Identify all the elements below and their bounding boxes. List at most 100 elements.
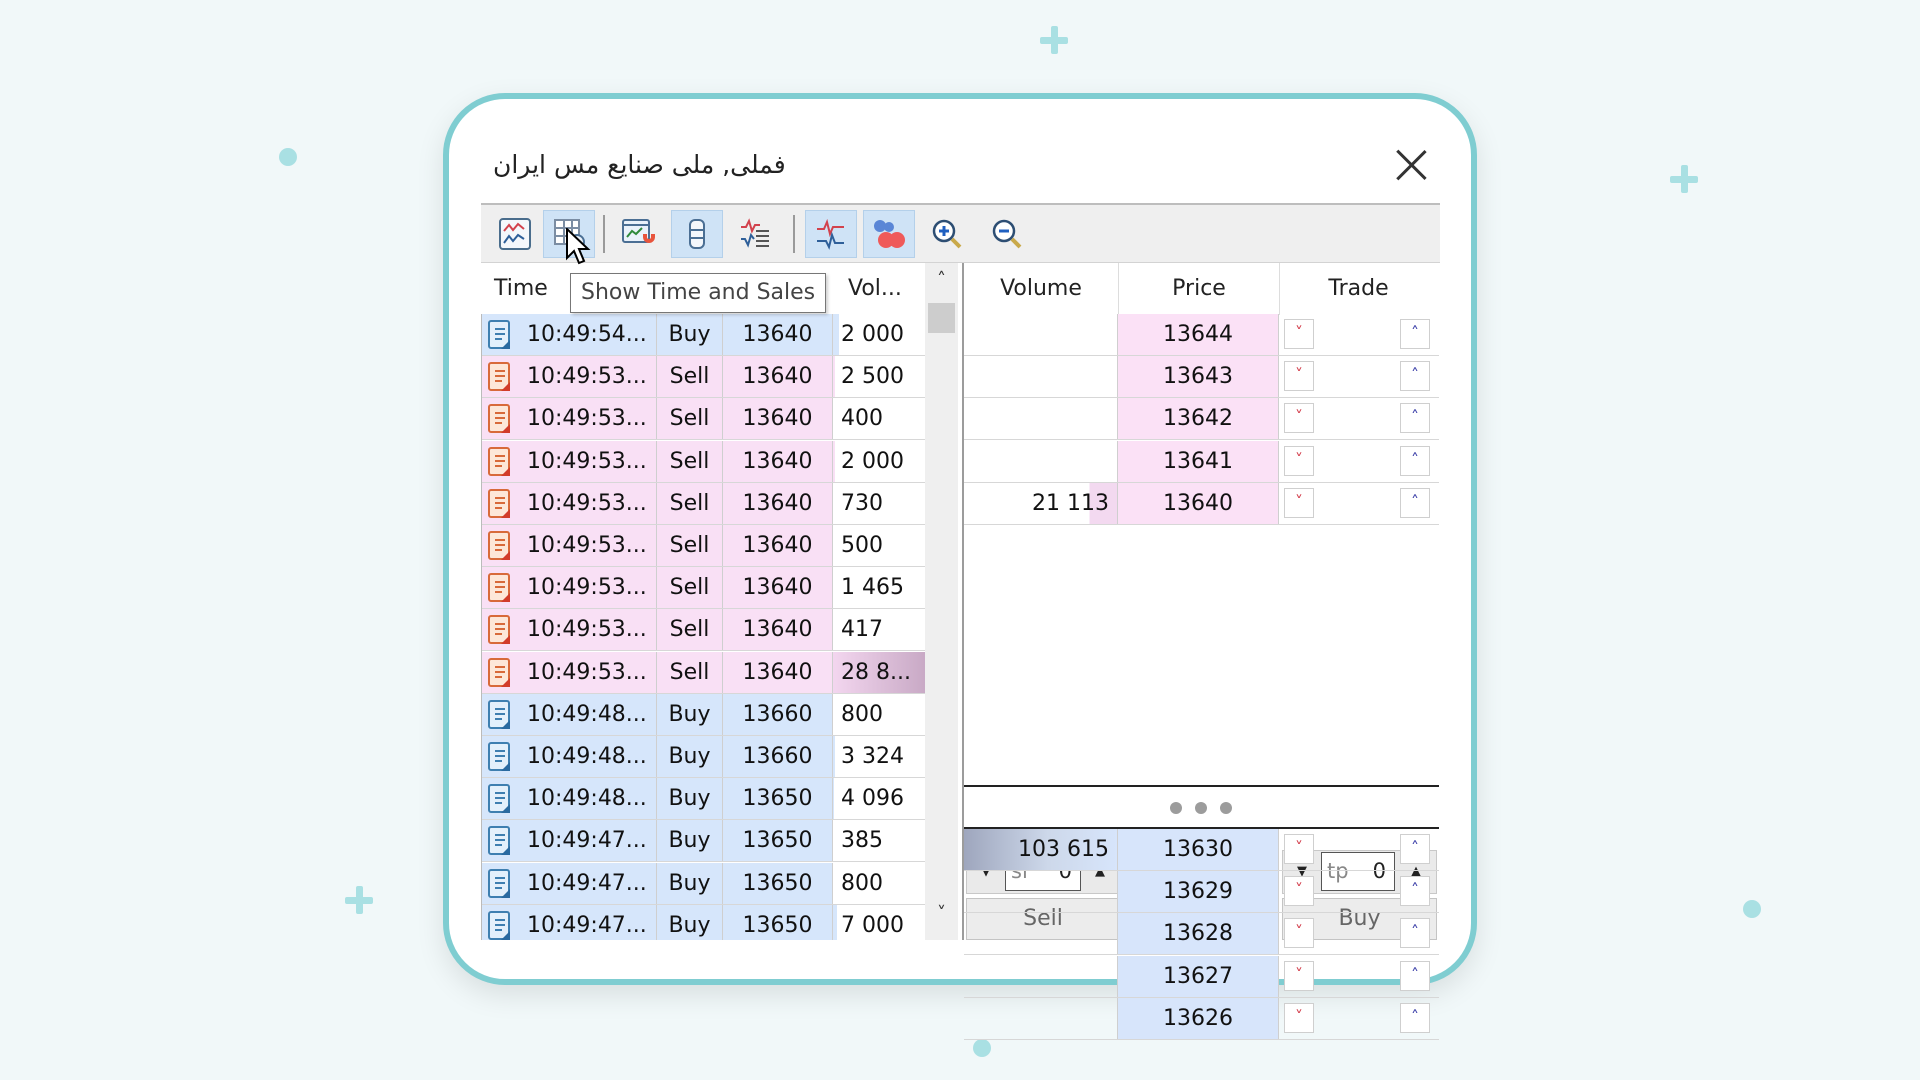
price-cell: 13650: [722, 862, 832, 904]
tick-chart-button[interactable]: [805, 210, 857, 258]
time-and-sales-table: 10:49:54... Buy 13640 2 000 10:49:53... Sell 1…: [481, 314, 926, 940]
volume-value: 800: [841, 701, 883, 727]
buy-limit-button[interactable]: ˄: [1400, 319, 1430, 349]
volume-cell: 7 000: [832, 904, 926, 940]
dot: [1195, 802, 1207, 814]
volume-cell: 500: [832, 525, 926, 566]
type-cell: Buy: [656, 693, 722, 735]
table-row[interactable]: 10:49:53... Sell 13640 1 465: [482, 567, 926, 610]
column-button[interactable]: [671, 210, 723, 258]
sell-limit-button[interactable]: ˅: [1284, 361, 1314, 392]
type-cell: Buy: [656, 778, 722, 820]
buy-limit-button[interactable]: ˄: [1400, 487, 1430, 518]
depth-price-cell: 13627: [1118, 955, 1279, 997]
depth-price-cell: 13630: [1118, 829, 1279, 870]
table-row[interactable]: 10:49:48... Buy 13660 800: [482, 693, 926, 736]
type-cell: Sell: [656, 482, 722, 524]
zoom-out-icon: [992, 219, 1022, 249]
dot: [1170, 802, 1182, 814]
depth-volume-cell: 103 615: [964, 829, 1118, 870]
sell-limit-button[interactable]: ˅: [1284, 319, 1314, 349]
buy-limit-button[interactable]: ˄: [1400, 1002, 1430, 1033]
bubbles-button[interactable]: [863, 210, 915, 258]
mouse-cursor-icon: [566, 228, 591, 265]
sell-limit-button[interactable]: ˅: [1284, 876, 1314, 907]
table-row[interactable]: 10:49:53... Sell 13640 28 8...: [482, 651, 926, 694]
sell-deal-icon: [488, 657, 510, 687]
table-row[interactable]: 10:49:53... Sell 13640 400: [482, 398, 926, 441]
buy-limit-button[interactable]: ˄: [1400, 918, 1430, 949]
depth-volume-cell: [964, 314, 1118, 355]
table-row[interactable]: 10:49:53... Sell 13640 2 000: [482, 440, 926, 483]
type-cell: Sell: [656, 398, 722, 440]
volume-bar: [833, 440, 835, 482]
buy-limit-button[interactable]: ˄: [1400, 876, 1430, 907]
zoom-in-button[interactable]: [921, 210, 973, 258]
volume-bar: [833, 736, 835, 777]
column-header-trade[interactable]: Trade: [1278, 263, 1439, 315]
depth-volume-cell: [964, 440, 1118, 482]
table-row[interactable]: 10:49:48... Buy 13660 3 324: [482, 736, 926, 778]
bid-row: 13629 ˅ ˄: [964, 871, 1439, 914]
decor-dot-right: [1743, 900, 1761, 918]
sell-deal-icon: [488, 531, 510, 560]
sell-limit-button[interactable]: ˅: [1284, 403, 1314, 434]
column-header-price[interactable]: Price: [1118, 263, 1280, 315]
chart-icon: [499, 218, 531, 250]
buy-limit-button[interactable]: ˄: [1400, 445, 1430, 476]
volume-cell: 730: [832, 482, 926, 524]
table-row[interactable]: 10:49:53... Sell 13640 730: [482, 482, 926, 525]
scrollbar-thumb[interactable]: [928, 303, 955, 333]
table-row[interactable]: 10:49:47... Buy 13650 7 000: [482, 904, 926, 940]
column-header-volume[interactable]: Volume: [964, 263, 1118, 315]
dot: [1220, 802, 1232, 814]
table-row[interactable]: 10:49:48... Buy 13650 4 096: [482, 778, 926, 821]
decor-plus-left: [345, 886, 373, 914]
close-icon[interactable]: [1394, 148, 1428, 182]
price-cell: 13660: [722, 693, 832, 735]
price-cell: 13660: [722, 736, 832, 777]
table-row[interactable]: 10:49:53... Sell 13640 417: [482, 609, 926, 652]
buy-limit-button[interactable]: ˄: [1400, 403, 1430, 434]
table-row[interactable]: 10:49:54... Buy 13640 2 000: [482, 314, 926, 356]
buy-limit-button[interactable]: ˄: [1400, 361, 1430, 392]
chart-button[interactable]: [489, 210, 541, 258]
toolbar: [481, 203, 1440, 263]
sell-limit-button[interactable]: ˅: [1284, 1002, 1314, 1033]
column-header-time[interactable]: Time: [494, 263, 548, 315]
volume-value: 3 324: [841, 744, 904, 769]
table-row[interactable]: 10:49:53... Sell 13640 2 500: [482, 356, 926, 399]
sell-limit-button[interactable]: ˅: [1284, 918, 1314, 949]
volume-cell: 1 465: [832, 567, 926, 609]
scrollbar[interactable]: ˄ ˅: [925, 263, 958, 940]
depth-volume-cell: [964, 398, 1118, 440]
volume-cell: 3 324: [832, 736, 926, 777]
chart-magnet-button[interactable]: [613, 210, 665, 258]
sell-limit-button[interactable]: ˅: [1284, 834, 1314, 864]
table-row[interactable]: 10:49:47... Buy 13650 385: [482, 820, 926, 863]
toolbar-separator: [793, 215, 795, 253]
buy-limit-button[interactable]: ˄: [1400, 960, 1430, 991]
tick-list-button[interactable]: [729, 210, 781, 258]
buy-deal-icon: [488, 868, 510, 898]
sell-limit-button[interactable]: ˅: [1284, 487, 1314, 518]
sell-limit-button[interactable]: ˅: [1284, 960, 1314, 991]
volume-bar: [833, 314, 839, 355]
volume-cell: 2 000: [832, 314, 926, 355]
time-cell: 10:49:53...: [527, 533, 647, 558]
scroll-down-icon[interactable]: ˅: [925, 903, 958, 924]
volume-value: 730: [841, 490, 883, 516]
buy-limit-button[interactable]: ˄: [1400, 834, 1430, 864]
decor-plus-right: [1670, 165, 1698, 193]
sell-limit-button[interactable]: ˅: [1284, 445, 1314, 476]
decor-dot-bottom: [973, 1039, 991, 1057]
volume-bar: [833, 356, 835, 398]
scroll-up-icon[interactable]: ˄: [925, 269, 958, 290]
column-header-volume[interactable]: Vol...: [848, 263, 902, 315]
table-row[interactable]: 10:49:53... Sell 13640 500: [482, 525, 926, 567]
window-title: فملی, ملی صنایع مس ایران: [493, 150, 786, 179]
zoom-out-button[interactable]: [981, 210, 1033, 258]
depth-volume-cell: 21 113: [964, 482, 1118, 524]
table-row[interactable]: 10:49:47... Buy 13650 800: [482, 862, 926, 905]
sell-deal-icon: [488, 362, 510, 392]
